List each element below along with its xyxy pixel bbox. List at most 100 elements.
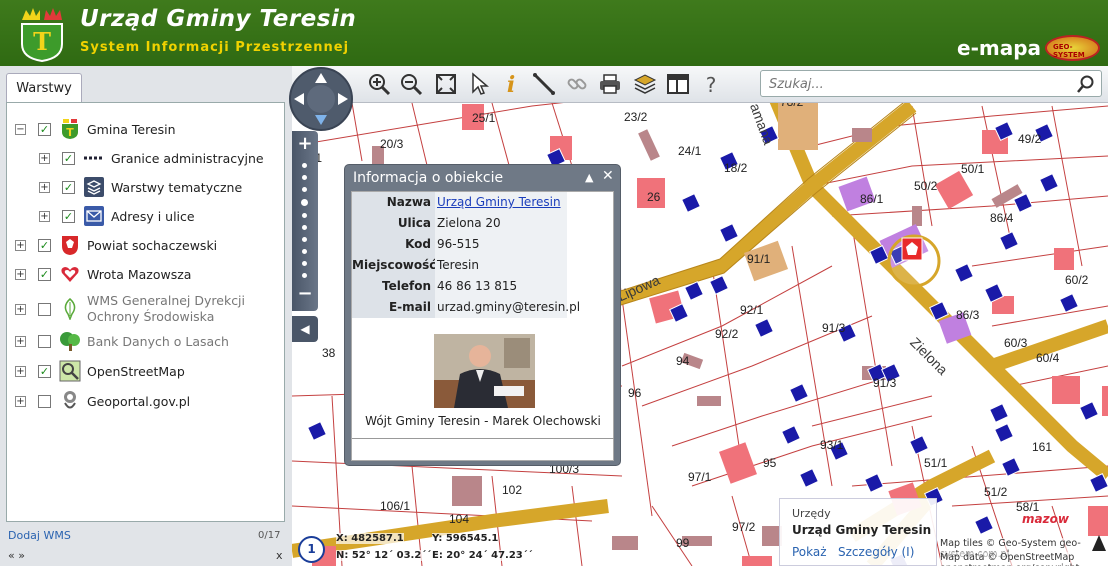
expand-toggle[interactable]: +	[15, 335, 26, 347]
layer-checkbox[interactable]: ✓	[62, 180, 75, 194]
collapse-toggle[interactable]: −	[15, 123, 26, 135]
layer-row[interactable]: + ✓ Adresy i ulice	[39, 204, 195, 228]
layer-checkbox[interactable]	[38, 302, 51, 316]
address-marker[interactable]	[754, 318, 774, 338]
zoom-slider[interactable]: + −	[292, 131, 318, 311]
layer-checkbox[interactable]: ✓	[38, 122, 51, 136]
layout-icon[interactable]	[665, 70, 691, 98]
svg-text:?: ?	[706, 73, 717, 96]
popup-value: urzad.gminy@teresin.pl	[437, 300, 581, 314]
address-marker[interactable]	[954, 263, 974, 283]
layer-label: Granice administracyjne	[111, 150, 264, 166]
panel-pager[interactable]: « »	[8, 549, 25, 562]
layer-row[interactable]: + ✓ Wrota Mazowsza	[15, 262, 191, 286]
zoom-out-icon[interactable]	[398, 70, 424, 98]
info-icon[interactable]: i	[498, 70, 524, 98]
close-icon[interactable]: ✕	[602, 168, 614, 184]
layer-checkbox[interactable]	[38, 394, 51, 408]
address-marker[interactable]	[1013, 193, 1033, 213]
zoom-plus-button[interactable]: +	[292, 133, 318, 154]
zoom-in-icon[interactable]	[366, 70, 392, 98]
street-label: Zielona	[907, 334, 951, 378]
full-extent-icon[interactable]	[433, 70, 459, 98]
expand-toggle[interactable]: +	[15, 365, 26, 377]
search-input[interactable]	[769, 75, 1069, 93]
expand-toggle[interactable]: +	[39, 152, 50, 164]
expand-toggle[interactable]: +	[15, 239, 26, 251]
minimize-icon[interactable]: ▲	[585, 171, 593, 184]
layer-row[interactable]: + Geoportal.gov.pl	[15, 389, 190, 413]
zoom-minus-button[interactable]: −	[292, 283, 318, 304]
help-icon[interactable]: ?	[698, 70, 724, 98]
parcel-label: 92/1	[740, 303, 764, 317]
layer-row[interactable]: + ✓ Granice administracyjne	[39, 146, 264, 170]
add-wms-link[interactable]: Dodaj WMS	[8, 529, 71, 542]
parcel-label: 91/1	[747, 252, 771, 266]
address-marker[interactable]	[1079, 401, 1099, 421]
parcel-label: 99	[676, 536, 690, 550]
tree-icon	[59, 330, 81, 352]
layer-checkbox[interactable]	[38, 334, 51, 348]
layer-row[interactable]: + WMS Generalnej Dyrekcji Ochrony Środow…	[15, 293, 247, 325]
address-marker[interactable]	[781, 425, 801, 445]
search-box[interactable]	[760, 70, 1102, 97]
coord-n: N: 52° 12´ 03.2´´	[336, 550, 432, 561]
scale-badge[interactable]: 1	[298, 536, 325, 563]
address-marker[interactable]	[799, 468, 819, 488]
layer-checkbox[interactable]: ✓	[38, 364, 51, 378]
address-marker[interactable]	[719, 223, 739, 243]
layer-row[interactable]: + ✓ Powiat sochaczewski	[15, 233, 217, 257]
address-marker[interactable]	[909, 435, 929, 455]
layer-checkbox[interactable]: ✓	[62, 151, 75, 165]
expand-toggle[interactable]: +	[15, 268, 26, 280]
panel-close-button[interactable]: x	[276, 549, 283, 562]
link-icon[interactable]	[564, 70, 590, 98]
pan-control[interactable]	[286, 67, 356, 131]
parcel-label: 95	[763, 456, 777, 470]
expand-toggle[interactable]: +	[39, 210, 50, 222]
popup-body: Nazwa Urząd Gminy Teresin Ulica Zielona …	[351, 191, 614, 461]
address-marker[interactable]	[1059, 293, 1079, 313]
layers-icon[interactable]	[632, 70, 658, 98]
print-icon[interactable]	[597, 70, 623, 98]
layer-checkbox[interactable]: ✓	[38, 238, 51, 252]
address-marker[interactable]	[789, 383, 809, 403]
address-marker[interactable]	[709, 275, 729, 295]
popup-key: Ulica	[352, 213, 435, 234]
address-marker[interactable]	[307, 421, 327, 441]
layer-label: OpenStreetMap	[87, 363, 185, 379]
address-marker[interactable]	[974, 515, 994, 535]
app-window: T Urząd Gminy Teresin System Informacji …	[0, 0, 1108, 566]
address-marker[interactable]	[864, 473, 884, 493]
boundary-line-icon	[83, 147, 105, 169]
address-marker[interactable]	[681, 193, 701, 213]
show-link[interactable]: Pokaż	[792, 545, 827, 559]
parcel-label: 20/3	[380, 137, 404, 151]
mazowsze-logo: mazow	[1022, 512, 1069, 526]
expand-toggle[interactable]: +	[39, 181, 50, 193]
details-link[interactable]: Szczegóły (I)	[838, 545, 914, 559]
address-marker[interactable]	[999, 231, 1019, 251]
layer-row[interactable]: − ✓ T Gmina Teresin	[15, 117, 176, 141]
address-marker[interactable]	[1039, 173, 1059, 193]
layer-row[interactable]: + ✓ OpenStreetMap	[15, 359, 185, 383]
parcel-label: 86/4	[990, 211, 1014, 225]
layer-row[interactable]: + ✓ Warstwy tematyczne	[39, 175, 242, 199]
layer-checkbox[interactable]: ✓	[62, 209, 75, 223]
heart-logo-icon	[59, 263, 81, 285]
tab-layers[interactable]: Warstwy	[6, 73, 82, 103]
search-icon[interactable]	[1077, 75, 1095, 97]
expand-toggle[interactable]: +	[15, 303, 26, 315]
address-marker[interactable]	[989, 403, 1009, 423]
parcel-label: 51/2	[984, 485, 1008, 499]
parcel-label: 104	[449, 512, 469, 526]
layer-row[interactable]: + Bank Danych o Lasach	[15, 329, 229, 353]
layer-checkbox[interactable]: ✓	[38, 267, 51, 281]
expand-toggle[interactable]: +	[15, 395, 26, 407]
address-marker[interactable]	[994, 423, 1014, 443]
collapse-panel-button[interactable]: ◀	[292, 316, 318, 342]
pointer-icon[interactable]	[466, 70, 492, 98]
parcel-label: 50/2	[914, 179, 938, 193]
office-name-link[interactable]: Urząd Gminy Teresin	[437, 192, 567, 213]
measure-ruler-icon[interactable]	[531, 70, 557, 98]
